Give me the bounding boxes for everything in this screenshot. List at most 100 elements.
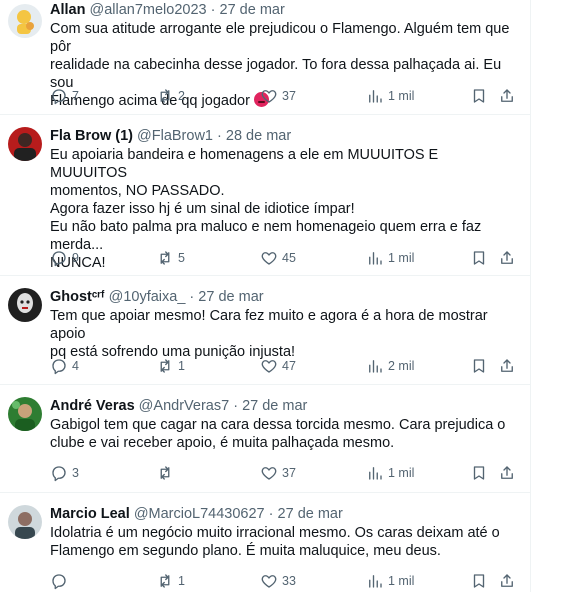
analytics-bars-icon bbox=[369, 252, 382, 265]
reply-button[interactable]: 3 bbox=[50, 463, 79, 483]
share-icon bbox=[501, 359, 513, 372]
like-button[interactable]: 45 bbox=[260, 248, 296, 268]
reply-button[interactable]: 9 bbox=[50, 248, 79, 268]
view-count: 2 mil bbox=[388, 359, 415, 373]
reply-button[interactable] bbox=[50, 571, 72, 591]
like-count: 37 bbox=[282, 89, 296, 103]
like-button[interactable]: 37 bbox=[260, 86, 296, 106]
retweet-button[interactable]: 1 bbox=[156, 356, 185, 376]
avatar[interactable] bbox=[8, 127, 42, 161]
reply-count: 3 bbox=[72, 466, 79, 480]
avatar[interactable] bbox=[8, 4, 42, 38]
like-count: 45 bbox=[282, 251, 296, 265]
retweet-count: 5 bbox=[178, 251, 185, 265]
views-button[interactable]: 1 mil bbox=[366, 463, 414, 483]
like-count: 33 bbox=[282, 574, 296, 588]
reply-icon bbox=[52, 251, 66, 267]
reply-tweet[interactable]: Fla Brow (1) @FlaBrow1 · 28 de mar Eu ap… bbox=[0, 115, 530, 276]
like-button[interactable]: 37 bbox=[260, 463, 296, 483]
bookmark-button[interactable] bbox=[470, 463, 488, 483]
view-count: 1 mil bbox=[388, 251, 415, 265]
tweet-text: Idolatria é um negócio muito irracional … bbox=[50, 525, 500, 559]
bookmark-icon bbox=[473, 89, 485, 103]
share-button[interactable] bbox=[498, 463, 516, 483]
analytics-bars-icon bbox=[369, 90, 382, 103]
bookmark-icon bbox=[473, 574, 485, 588]
reply-icon bbox=[52, 574, 66, 590]
retweet-button[interactable] bbox=[156, 463, 178, 483]
reply-icon bbox=[52, 89, 66, 105]
share-button[interactable] bbox=[498, 248, 516, 268]
tweet-header: Fla Brow (1) @FlaBrow1 · 28 de mar bbox=[50, 126, 518, 146]
like-button[interactable]: 33 bbox=[260, 571, 296, 591]
bookmark-button[interactable] bbox=[470, 248, 488, 268]
author-name[interactable]: Marcio Leal bbox=[50, 506, 130, 522]
reply-count: 4 bbox=[72, 359, 79, 373]
reply-tweet[interactable]: Ghostᶜʳᶠ @10yfaixa_ · 27 de mar Tem que … bbox=[0, 276, 530, 385]
retweet-button[interactable]: 1 bbox=[156, 571, 185, 591]
tweet-actions: 7 2 37 1 mil bbox=[50, 86, 516, 106]
tweet-content: Ghostᶜʳᶠ @10yfaixa_ · 27 de mar Tem que … bbox=[50, 287, 518, 361]
separator-dot: · bbox=[189, 289, 195, 305]
tweet-date[interactable]: 28 de mar bbox=[226, 128, 291, 144]
retweet-icon bbox=[160, 574, 170, 588]
views-button[interactable]: 2 mil bbox=[366, 356, 414, 376]
separator-dot: · bbox=[233, 398, 239, 414]
reply-count: 9 bbox=[72, 251, 79, 265]
reply-button[interactable]: 4 bbox=[50, 356, 79, 376]
author-name[interactable]: Allan bbox=[50, 2, 85, 18]
share-button[interactable] bbox=[498, 86, 516, 106]
tweet-actions: 3 37 1 mil bbox=[50, 463, 516, 483]
author-handle[interactable]: @allan7melo2023 bbox=[89, 2, 206, 18]
share-button[interactable] bbox=[498, 356, 516, 376]
avatar[interactable] bbox=[8, 288, 42, 322]
retweet-count: 1 bbox=[178, 574, 185, 588]
bookmark-button[interactable] bbox=[470, 356, 488, 376]
share-icon bbox=[501, 466, 513, 479]
author-handle[interactable]: @10yfaixa_ bbox=[109, 289, 186, 305]
tweet-content: André Veras @AndrVeras7 · 27 de mar Gabi… bbox=[50, 396, 518, 452]
author-name[interactable]: Fla Brow (1) bbox=[50, 128, 133, 144]
reply-button[interactable]: 7 bbox=[50, 86, 79, 106]
analytics-bars-icon bbox=[369, 467, 382, 480]
author-handle[interactable]: @AndrVeras7 bbox=[139, 398, 230, 414]
heart-icon bbox=[261, 90, 277, 103]
author-name[interactable]: Ghostᶜʳᶠ bbox=[50, 289, 105, 305]
retweet-button[interactable]: 2 bbox=[156, 86, 185, 106]
tweet-actions: 9 5 45 1 mil bbox=[50, 248, 516, 268]
author-handle[interactable]: @FlaBrow1 bbox=[137, 128, 213, 144]
retweet-count: 1 bbox=[178, 359, 185, 373]
reply-tweet[interactable]: André Veras @AndrVeras7 · 27 de mar Gabi… bbox=[0, 385, 530, 493]
tweet-date[interactable]: 27 de mar bbox=[242, 398, 307, 414]
views-button[interactable]: 1 mil bbox=[366, 248, 414, 268]
tweet-header: André Veras @AndrVeras7 · 27 de mar bbox=[50, 396, 518, 416]
tweet-date[interactable]: 27 de mar bbox=[278, 506, 343, 522]
like-button[interactable]: 47 bbox=[260, 356, 296, 376]
reply-count: 7 bbox=[72, 89, 79, 103]
avatar[interactable] bbox=[8, 397, 42, 431]
retweet-button[interactable]: 5 bbox=[156, 248, 185, 268]
tweet-date[interactable]: 27 de mar bbox=[220, 2, 285, 18]
bookmark-button[interactable] bbox=[470, 571, 488, 591]
reply-tweet[interactable]: Allan @allan7melo2023 · 27 de mar Com su… bbox=[0, 0, 530, 115]
author-handle[interactable]: @MarcioL74430627 bbox=[134, 506, 265, 522]
author-name[interactable]: André Veras bbox=[50, 398, 135, 414]
heart-icon bbox=[261, 467, 277, 480]
share-button[interactable] bbox=[498, 571, 516, 591]
view-count: 1 mil bbox=[388, 89, 415, 103]
views-button[interactable]: 1 mil bbox=[366, 571, 414, 591]
avatar[interactable] bbox=[8, 505, 42, 539]
tweet-text: Gabigol tem que cagar na cara dessa torc… bbox=[50, 417, 506, 451]
reply-tweet[interactable]: Marcio Leal @MarcioL74430627 · 27 de mar… bbox=[0, 493, 530, 592]
tweet-header: Allan @allan7melo2023 · 27 de mar bbox=[50, 0, 518, 20]
bookmark-button[interactable] bbox=[470, 86, 488, 106]
like-count: 47 bbox=[282, 359, 296, 373]
heart-icon bbox=[261, 360, 277, 373]
views-button[interactable]: 1 mil bbox=[366, 86, 414, 106]
heart-icon bbox=[261, 252, 277, 265]
tweet-date[interactable]: 27 de mar bbox=[198, 289, 263, 305]
tweet-header: Marcio Leal @MarcioL74430627 · 27 de mar bbox=[50, 504, 518, 524]
reply-icon bbox=[52, 359, 66, 375]
analytics-bars-icon bbox=[369, 360, 382, 373]
share-icon bbox=[501, 574, 513, 587]
